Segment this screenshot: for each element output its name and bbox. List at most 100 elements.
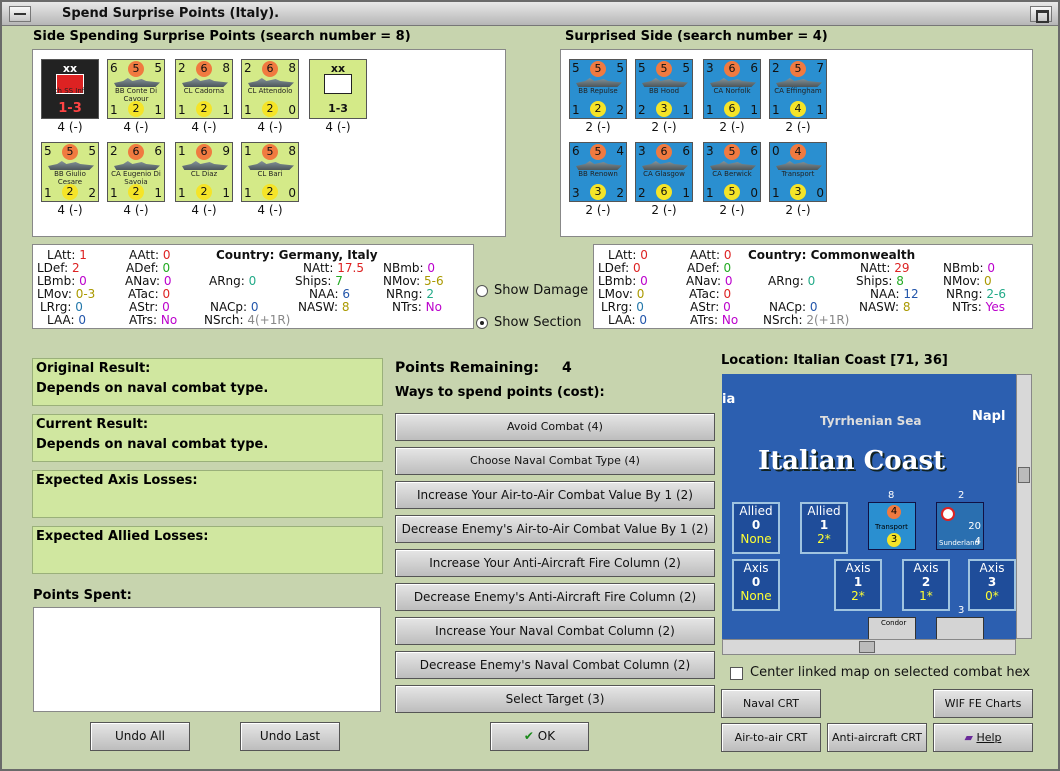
counter-status: 2 (-): [785, 120, 811, 134]
unit-counter[interactable]: 3 6 1 0 5 5 CA Berwick: [703, 142, 761, 202]
counter-tc: 5: [590, 144, 606, 160]
unit-counter[interactable]: 2 8 1 1 6 2 CL Cadorna: [175, 59, 233, 119]
center-linked-map-label[interactable]: Center linked map on selected combat hex: [750, 665, 1030, 680]
unit-counter[interactable]: 2 6 1 1 6 2 CA Eugenio Di Savoia: [107, 142, 165, 202]
unit-counter[interactable]: 5 5 1 2 5 2 BB Repulse: [569, 59, 627, 119]
condor-name: Condor: [881, 619, 907, 627]
axis-box-1[interactable]: Axis 1 2*: [834, 559, 882, 611]
maximize-button[interactable]: [1030, 6, 1052, 23]
increase-air-to-air-button[interactable]: Increase Your Air-to-Air Combat Value By…: [395, 481, 715, 509]
help-button[interactable]: ▰ Help: [933, 723, 1033, 752]
select-target-button[interactable]: Select Target (3): [395, 685, 715, 713]
unit-counter[interactable]: 2 8 1 0 6 2 CL Attendolo: [241, 59, 299, 119]
counter-name: Transport: [781, 170, 815, 178]
counter-status: 4 (-): [257, 120, 283, 134]
decrease-enemy-anti-aircraft-button[interactable]: Decrease Enemy's Anti-Aircraft Fire Colu…: [395, 583, 715, 611]
counter-br: 2: [88, 186, 96, 200]
allied-box-0[interactable]: Allied 0 None: [732, 502, 780, 554]
unit-counter[interactable]: 1 9 1 1 6 2 CL Diaz: [175, 142, 233, 202]
axis-box-2[interactable]: Axis 2 1*: [902, 559, 950, 611]
unit-counter[interactable]: 5 5 1 2 5 2 BB Giulio Cesare: [41, 142, 99, 202]
counter-name: CA Effingham: [774, 87, 822, 95]
show-damage-radio[interactable]: [476, 285, 488, 297]
unit-counter[interactable]: 2 7 1 1 5 4 CA Effingham: [769, 59, 827, 119]
map-aircraft-counter[interactable]: [936, 617, 984, 639]
decrease-enemy-naval-combat-button[interactable]: Decrease Enemy's Naval Combat Column (2): [395, 651, 715, 679]
map-vscroll-thumb[interactable]: [1018, 467, 1030, 483]
unit-counter[interactable]: xx 1-3: [309, 59, 367, 119]
counter-bc: 2: [196, 101, 212, 117]
unit-counter[interactable]: 6 4 3 2 5 3 BB Renown: [569, 142, 627, 202]
right-side-heading: Surprised Side (search number = 4): [565, 29, 828, 44]
decrease-enemy-air-to-air-button[interactable]: Decrease Enemy's Air-to-Air Combat Value…: [395, 515, 715, 543]
unit-counter[interactable]: xx 1-3 14th SS Inf D.: [41, 59, 99, 119]
stack-count-2: 2: [958, 490, 965, 501]
stack-count-1: 8: [888, 490, 895, 501]
ok-button[interactable]: ✔ OK: [490, 722, 589, 751]
wif-fe-charts-button[interactable]: WIF FE Charts: [933, 689, 1033, 718]
map-transport-counter[interactable]: 4 Transport 3: [868, 502, 916, 550]
center-linked-map-checkbox[interactable]: [730, 667, 743, 680]
counter-tl: 2: [244, 61, 252, 75]
air-to-air-crt-button[interactable]: Air-to-air CRT: [721, 723, 821, 752]
show-damage-label[interactable]: Show Damage: [494, 283, 588, 298]
points-spent-heading: Points Spent:: [33, 588, 132, 603]
show-section-radio[interactable]: [476, 317, 488, 329]
points-spent-list[interactable]: [33, 607, 381, 712]
counter-tc: xx: [62, 62, 78, 75]
counter-tc: 5: [656, 61, 672, 77]
ship-silhouette-icon: [248, 78, 294, 87]
ship-silhouette-icon: [182, 161, 228, 170]
transport-name: Transport: [875, 523, 908, 531]
map-condor-counter[interactable]: Condor: [868, 617, 916, 639]
counter-tr: 5: [88, 144, 96, 158]
counter-bl: 1: [44, 186, 52, 200]
counter-status: 4 (-): [191, 120, 217, 134]
undo-last-button[interactable]: Undo Last: [240, 722, 340, 751]
counter-tc: 5: [128, 61, 144, 77]
map-horizontal-scrollbar[interactable]: [722, 639, 1016, 655]
window-title: Spend Surprise Points (Italy).: [62, 6, 280, 21]
counter-br: 1: [222, 103, 230, 117]
stack-count-3: 3: [958, 605, 965, 616]
sunderland-bottom-right-value: 4: [974, 536, 981, 547]
counter-br: 2: [616, 103, 624, 117]
counter-bc: 1-3: [58, 101, 82, 116]
counter-bc: 2: [62, 184, 78, 200]
linked-map[interactable]: ia Tyrrhenian Sea Napl Italian Coast All…: [722, 374, 1016, 639]
counter-bl: 1: [244, 186, 252, 200]
undo-all-button[interactable]: Undo All: [90, 722, 190, 751]
sunderland-top-right-value: 20: [968, 521, 981, 532]
unit-counter[interactable]: 1 8 1 0 5 2 CL Bari: [241, 142, 299, 202]
counter-tr: 8: [288, 61, 296, 75]
show-section-label[interactable]: Show Section: [494, 315, 582, 330]
counter-tl: 3: [706, 144, 714, 158]
map-sunderland-counter[interactable]: 20 Sunderland 4: [936, 502, 984, 550]
counter-name: BB Conte Di Cavour: [114, 87, 158, 103]
unit-counter[interactable]: 3 6 1 1 6 6 CA Norfolk: [703, 59, 761, 119]
system-menu-button[interactable]: [9, 6, 31, 22]
unit-counter[interactable]: 5 5 2 1 5 3 BB Hood: [635, 59, 693, 119]
unit-counter[interactable]: 0 1 0 4 3 Transport: [769, 142, 827, 202]
counter-bc: 1-3: [328, 102, 348, 115]
unit-counter[interactable]: 6 5 1 1 5 2 BB Conte Di Cavour: [107, 59, 165, 119]
counter-tc: 6: [196, 61, 212, 77]
map-vertical-scrollbar[interactable]: [1016, 374, 1032, 639]
counter-bl: 1: [572, 103, 580, 117]
allied-box-1[interactable]: Allied 1 2*: [800, 502, 848, 554]
naval-crt-button[interactable]: Naval CRT: [721, 689, 821, 718]
ship-silhouette-icon: [576, 78, 622, 87]
axis-box-0[interactable]: Axis 0 None: [732, 559, 780, 611]
counter-bc: 2: [128, 101, 144, 117]
choose-naval-combat-type-button[interactable]: Choose Naval Combat Type (4): [395, 447, 715, 475]
title-bar[interactable]: Spend Surprise Points (Italy).: [2, 2, 1058, 26]
counter-br: 0: [288, 186, 296, 200]
anti-aircraft-crt-button[interactable]: Anti-aircraft CRT: [827, 723, 927, 752]
axis-box-3[interactable]: Axis 3 0*: [968, 559, 1016, 611]
increase-anti-aircraft-button[interactable]: Increase Your Anti-Aircraft Fire Column …: [395, 549, 715, 577]
unit-counter[interactable]: 3 6 2 1 6 6 CA Glasgow: [635, 142, 693, 202]
sunderland-name: Sunderland: [939, 539, 980, 547]
avoid-combat-button[interactable]: Avoid Combat (4): [395, 413, 715, 441]
map-hscroll-thumb[interactable]: [859, 641, 875, 653]
increase-naval-combat-button[interactable]: Increase Your Naval Combat Column (2): [395, 617, 715, 645]
